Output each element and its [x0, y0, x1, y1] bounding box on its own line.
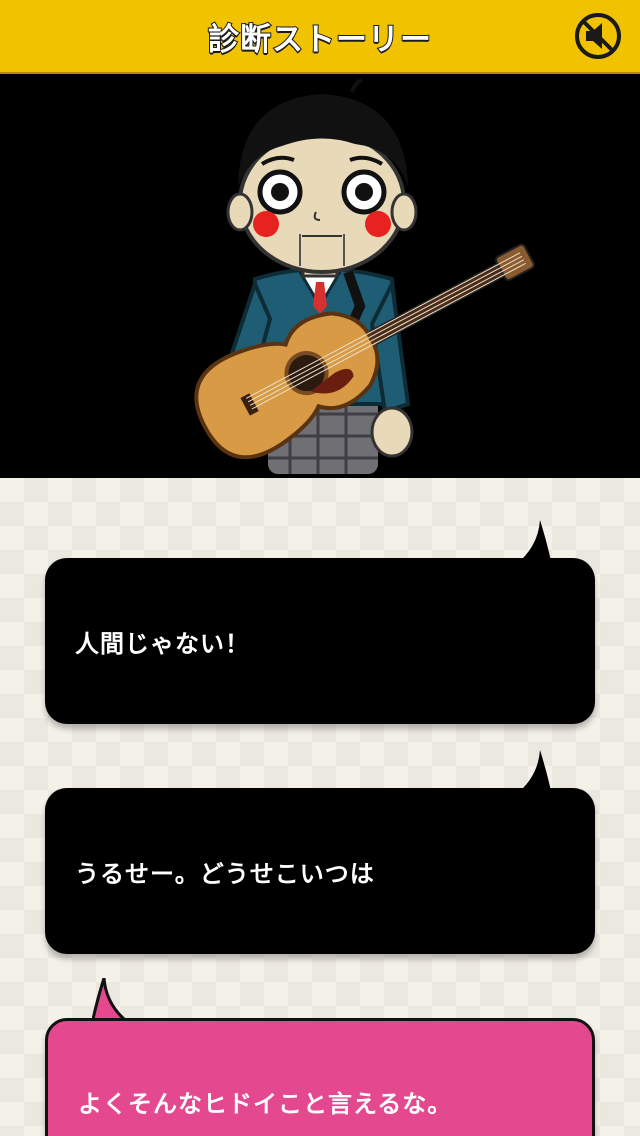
dialogue-bubble: 人間じゃない！: [45, 558, 595, 724]
dialogue-bubble: うるせー。どうせこいつは: [45, 788, 595, 954]
dialogue-area: 人間じゃない！ うるせー。どうせこいつは よくそんなヒドイこと言えるな。: [0, 478, 640, 1136]
speaker-muted-icon: [575, 13, 621, 59]
page-title: 診断ストーリー: [207, 21, 432, 59]
dialogue-bubble-highlight: よくそんなヒドイこと言えるな。: [45, 1018, 595, 1136]
dialogue-text: よくそんなヒドイこと言えるな。: [78, 1089, 453, 1118]
dialogue-text: 人間じゃない！: [75, 629, 250, 658]
mute-button[interactable]: [574, 12, 622, 60]
dialogue-text: うるせー。どうせこいつは: [75, 859, 375, 888]
character-illustration: [194, 78, 535, 474]
story-scene: [0, 74, 640, 478]
header-bar: 診断ストーリー: [0, 0, 640, 74]
